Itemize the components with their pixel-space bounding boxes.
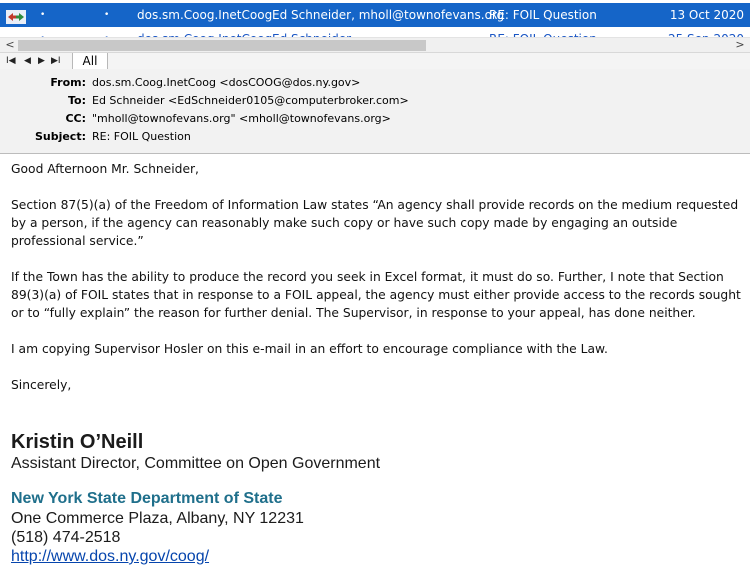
message-date: 13 Oct 2020 bbox=[669, 8, 744, 22]
signature-website-link[interactable]: http://www.dos.ny.gov/coog/ bbox=[11, 547, 611, 566]
reply-forward-icon bbox=[6, 8, 26, 24]
subject-label: Subject: bbox=[34, 130, 86, 143]
first-message-icon[interactable]: I◀ bbox=[6, 54, 16, 68]
previous-message-icon[interactable]: ◀ bbox=[24, 54, 31, 68]
horizontal-scrollbar[interactable]: < > bbox=[0, 37, 750, 53]
to-value[interactable]: Ed Schneider <EdSchneider0105@computerbr… bbox=[92, 92, 409, 110]
scroll-left-icon[interactable]: < bbox=[2, 38, 18, 53]
from-value[interactable]: dos.sm.Coog.InetCoog <dosCOOG@dos.ny.gov… bbox=[92, 74, 360, 92]
message-body: Good Afternoon Mr. Schneider, Section 87… bbox=[11, 160, 741, 412]
header-to-row: To: Ed Schneider <EdSchneider0105@comput… bbox=[0, 92, 750, 110]
message-to: Ed Schneider, mholl@townofevans.org bbox=[272, 8, 505, 22]
body-paragraph: Section 87(5)(a) of the Freedom of Infor… bbox=[11, 198, 739, 248]
closing: Sincerely, bbox=[11, 378, 72, 392]
header-cc-row: CC: "mholl@townofevans.org" <mholl@towno… bbox=[0, 110, 750, 128]
last-message-icon[interactable]: ▶I bbox=[51, 54, 61, 68]
body-paragraph: I am copying Supervisor Hosler on this e… bbox=[11, 342, 608, 356]
scroll-thumb[interactable] bbox=[18, 40, 426, 51]
from-label: From: bbox=[50, 76, 86, 89]
message-subject: RE: FOIL Question bbox=[489, 8, 597, 22]
to-label: To: bbox=[68, 94, 86, 107]
subject-value: RE: FOIL Question bbox=[92, 130, 191, 143]
signature-name: Kristin O’Neill bbox=[11, 431, 144, 453]
greeting: Good Afternoon Mr. Schneider, bbox=[11, 162, 199, 176]
message-row-selected[interactable]: • • dos.sm.Coog.InetCoog Ed Schneider, m… bbox=[0, 3, 750, 27]
unread-dot-icon: • bbox=[40, 10, 46, 20]
scroll-right-icon[interactable]: > bbox=[732, 38, 748, 53]
message-header: From: dos.sm.Coog.InetCoog <dosCOOG@dos.… bbox=[0, 69, 750, 154]
priority-dot-icon: • bbox=[104, 10, 110, 20]
next-message-icon[interactable]: ▶ bbox=[38, 54, 45, 68]
tab-all[interactable]: All bbox=[72, 53, 108, 69]
cc-value[interactable]: "mholl@townofevans.org" <mholl@townofeva… bbox=[92, 110, 391, 128]
body-paragraph: If the Town has the ability to produce t… bbox=[11, 270, 741, 320]
signature-phone: (518) 474-2518 bbox=[11, 529, 121, 546]
header-from-row: From: dos.sm.Coog.InetCoog <dosCOOG@dos.… bbox=[0, 74, 750, 92]
message-list: • • dos.sm.Coog.InetCoog Ed Schneider, m… bbox=[0, 0, 750, 38]
signature-address: One Commerce Plaza, Albany, NY 12231 bbox=[11, 510, 304, 527]
signature-title: Assistant Director, Committee on Open Go… bbox=[11, 455, 381, 472]
message-from: dos.sm.Coog.InetCoog bbox=[137, 8, 273, 22]
cc-label: CC: bbox=[65, 112, 86, 125]
message-nav-toolbar: I◀ ◀ ▶ ▶I All bbox=[0, 52, 750, 70]
header-subject-row: Subject: RE: FOIL Question bbox=[0, 128, 750, 146]
signature-block: Kristin O’Neill Assistant Director, Comm… bbox=[11, 430, 611, 566]
signature-organization: New York State Department of State bbox=[11, 490, 283, 507]
